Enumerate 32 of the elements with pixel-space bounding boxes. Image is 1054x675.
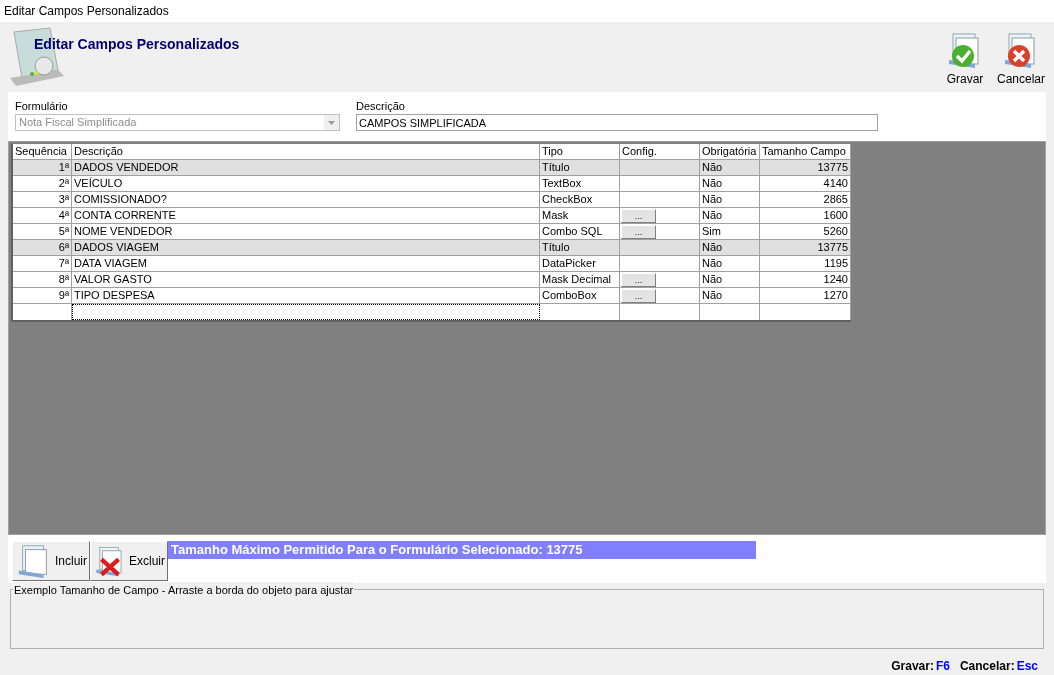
delete-button[interactable]: Excluir [90,541,168,582]
new-row-cell[interactable] [72,304,540,321]
table-cell: ComboBox [540,288,620,305]
table-row[interactable]: 3ª COMISSIONADO? CheckBox Não 2865 [13,192,851,209]
table-row[interactable]: 7ª DATA VIAGEM DataPicker Não 1195 [13,256,851,273]
table-row[interactable]: 5ª NOME VENDEDOR Combo SQL ... Sim 5260 [13,224,851,241]
table-cell: TIPO DESPESA [72,288,540,305]
page-title: Editar Campos Personalizados [34,34,240,54]
window-title: Editar Campos Personalizados [4,2,169,20]
config-button[interactable]: ... [621,224,656,239]
description-field[interactable]: CAMPOS SIMPLIFICADA [356,114,878,132]
table-cell: Não [700,288,760,305]
table-row[interactable]: 8ª VALOR GASTO Mask Decimal ... Não 1240 [13,272,851,289]
table-row[interactable]: 2ª VEÍCULO TextBox Não 4140 [13,176,851,193]
config-button[interactable]: ... [621,208,656,223]
config-button[interactable]: ... [621,288,656,303]
field-label: Descrição [356,98,406,114]
table-cell: 1270 [760,288,851,305]
table-cell: 9ª [13,288,72,305]
table-row[interactable]: 4ª CONTA CORRENTE Mask ... Não 1600 [13,208,851,225]
table-row[interactable]: 6ª DADOS VIAGEM Título Não 13775 [13,240,851,257]
table-row[interactable]: 9ª TIPO DESPESA ComboBox ... Não 1270 [13,288,851,305]
add-button[interactable]: Incluir [12,541,90,582]
config-button[interactable]: ... [621,272,656,287]
max-size-banner: Tamanho Máximo Permitido Para o Formulário Selecionado: 13775 [168,541,756,560]
shortcut-hint: Gravar: F6 [891,658,950,675]
field-label: Formulário [15,98,69,114]
table-row[interactable]: 1ª DADOS VENDEDOR Título Não 13775 [13,160,851,177]
group-title: Exemplo Tamanho de Campo - Arraste a borda do objeto para ajustar [13,582,355,599]
save-button[interactable]: Gravar [940,29,990,88]
shortcut-hint: Cancelar: Esc [959,658,1038,675]
cancel-button[interactable]: Cancelar [996,29,1046,88]
